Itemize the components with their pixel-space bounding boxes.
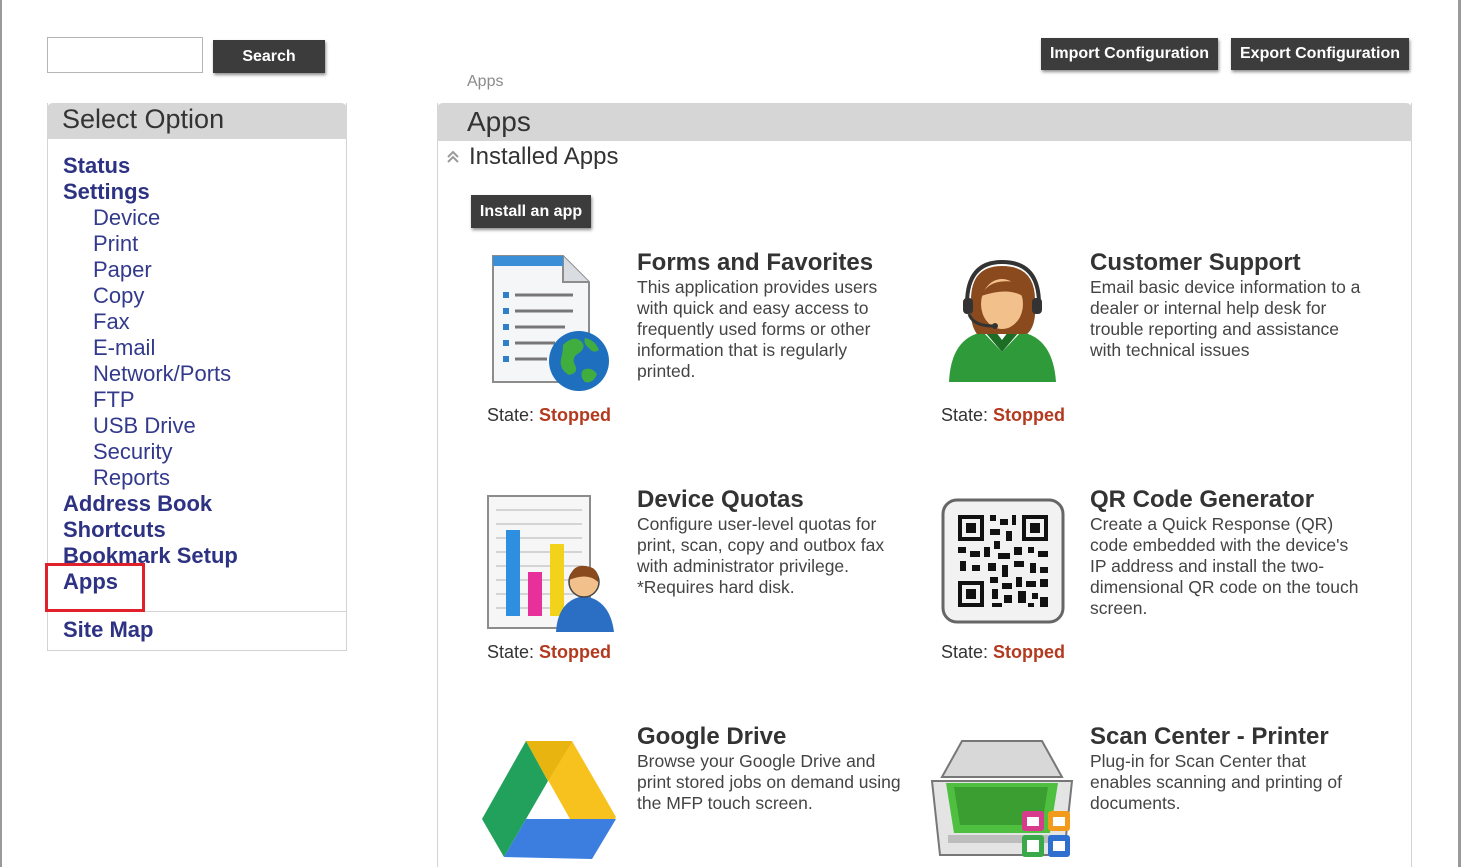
sidebar-item-address-book[interactable]: Address Book (63, 491, 212, 517)
app-title-device-quotas[interactable]: Device Quotas (637, 486, 804, 514)
state-value: Stopped (993, 405, 1066, 425)
sidebar-item-usb-drive[interactable]: USB Drive (93, 413, 196, 439)
state-value: Stopped (993, 642, 1066, 662)
breadcrumb[interactable]: Apps (467, 73, 503, 91)
app-title-customer-support[interactable]: Customer Support (1090, 249, 1301, 277)
app-state-customer-support: State: Stopped (941, 405, 1065, 426)
sidebar-item-copy[interactable]: Copy (93, 283, 144, 309)
page-title: Apps (437, 103, 1412, 141)
import-configuration-button[interactable]: Import Configuration (1041, 38, 1218, 70)
support-agent-icon[interactable] (945, 260, 1060, 385)
sidebar-title: Select Option (47, 103, 347, 139)
sidebar-item-security[interactable]: Security (93, 439, 172, 465)
sidebar-item-shortcuts[interactable]: Shortcuts (63, 517, 166, 543)
app-state-forms-and-favorites: State: Stopped (487, 405, 611, 426)
app-description-google-drive: Browse your Google Drive and print store… (637, 751, 901, 813)
app-title-scan-center-printer[interactable]: Scan Center - Printer (1090, 723, 1329, 751)
sidebar-item-settings[interactable]: Settings (63, 179, 150, 205)
search-button[interactable]: Search (213, 40, 325, 73)
search-input[interactable] (47, 37, 203, 73)
app-state-qr-code-generator: State: Stopped (941, 642, 1065, 663)
app-title-google-drive[interactable]: Google Drive (637, 723, 786, 751)
quota-chart-icon[interactable] (484, 492, 619, 634)
export-configuration-button[interactable]: Export Configuration (1231, 38, 1409, 70)
state-value: Stopped (539, 642, 612, 662)
app-description-customer-support: Email basic device information to a deal… (1090, 277, 1361, 360)
state-label: State: (941, 405, 989, 425)
qr-code-icon[interactable] (940, 497, 1066, 625)
app-description-forms-and-favorites: This application provides users with qui… (637, 277, 878, 381)
sidebar-item-email[interactable]: E-mail (93, 335, 155, 361)
state-label: State: (487, 405, 535, 425)
app-state-device-quotas: State: Stopped (487, 642, 611, 663)
app-title-forms-and-favorites[interactable]: Forms and Favorites (637, 249, 873, 277)
state-label: State: (941, 642, 989, 662)
sidebar-item-fax[interactable]: Fax (93, 309, 130, 335)
app-title-qr-code-generator[interactable]: QR Code Generator (1090, 486, 1314, 514)
app-description-device-quotas: Configure user-level quotas for print, s… (637, 514, 885, 597)
install-app-button[interactable]: Install an app (471, 195, 591, 228)
sidebar-item-reports[interactable]: Reports (93, 465, 170, 491)
sidebar-item-site-map[interactable]: Site Map (63, 617, 153, 643)
section-title: Installed Apps (469, 143, 619, 170)
collapse-chevron-icon[interactable] (446, 150, 460, 164)
app-description-scan-center-printer: Plug-in for Scan Center that enables sca… (1090, 751, 1342, 813)
window-frame-left (0, 0, 2, 867)
sidebar-item-device[interactable]: Device (93, 205, 160, 231)
state-label: State: (487, 642, 535, 662)
selection-highlight (45, 563, 145, 612)
sidebar-item-status[interactable]: Status (63, 153, 130, 179)
state-value: Stopped (539, 405, 612, 425)
sidebar-item-print[interactable]: Print (93, 231, 138, 257)
scanner-icon[interactable] (928, 737, 1076, 865)
google-drive-icon[interactable] (480, 737, 618, 862)
sidebar-item-paper[interactable]: Paper (93, 257, 152, 283)
document-globe-icon[interactable] (485, 250, 615, 395)
sidebar-item-ftp[interactable]: FTP (93, 387, 135, 413)
sidebar-item-network-ports[interactable]: Network/Ports (93, 361, 231, 387)
app-description-qr-code-generator: Create a Quick Response (QR) code embedd… (1090, 514, 1359, 618)
